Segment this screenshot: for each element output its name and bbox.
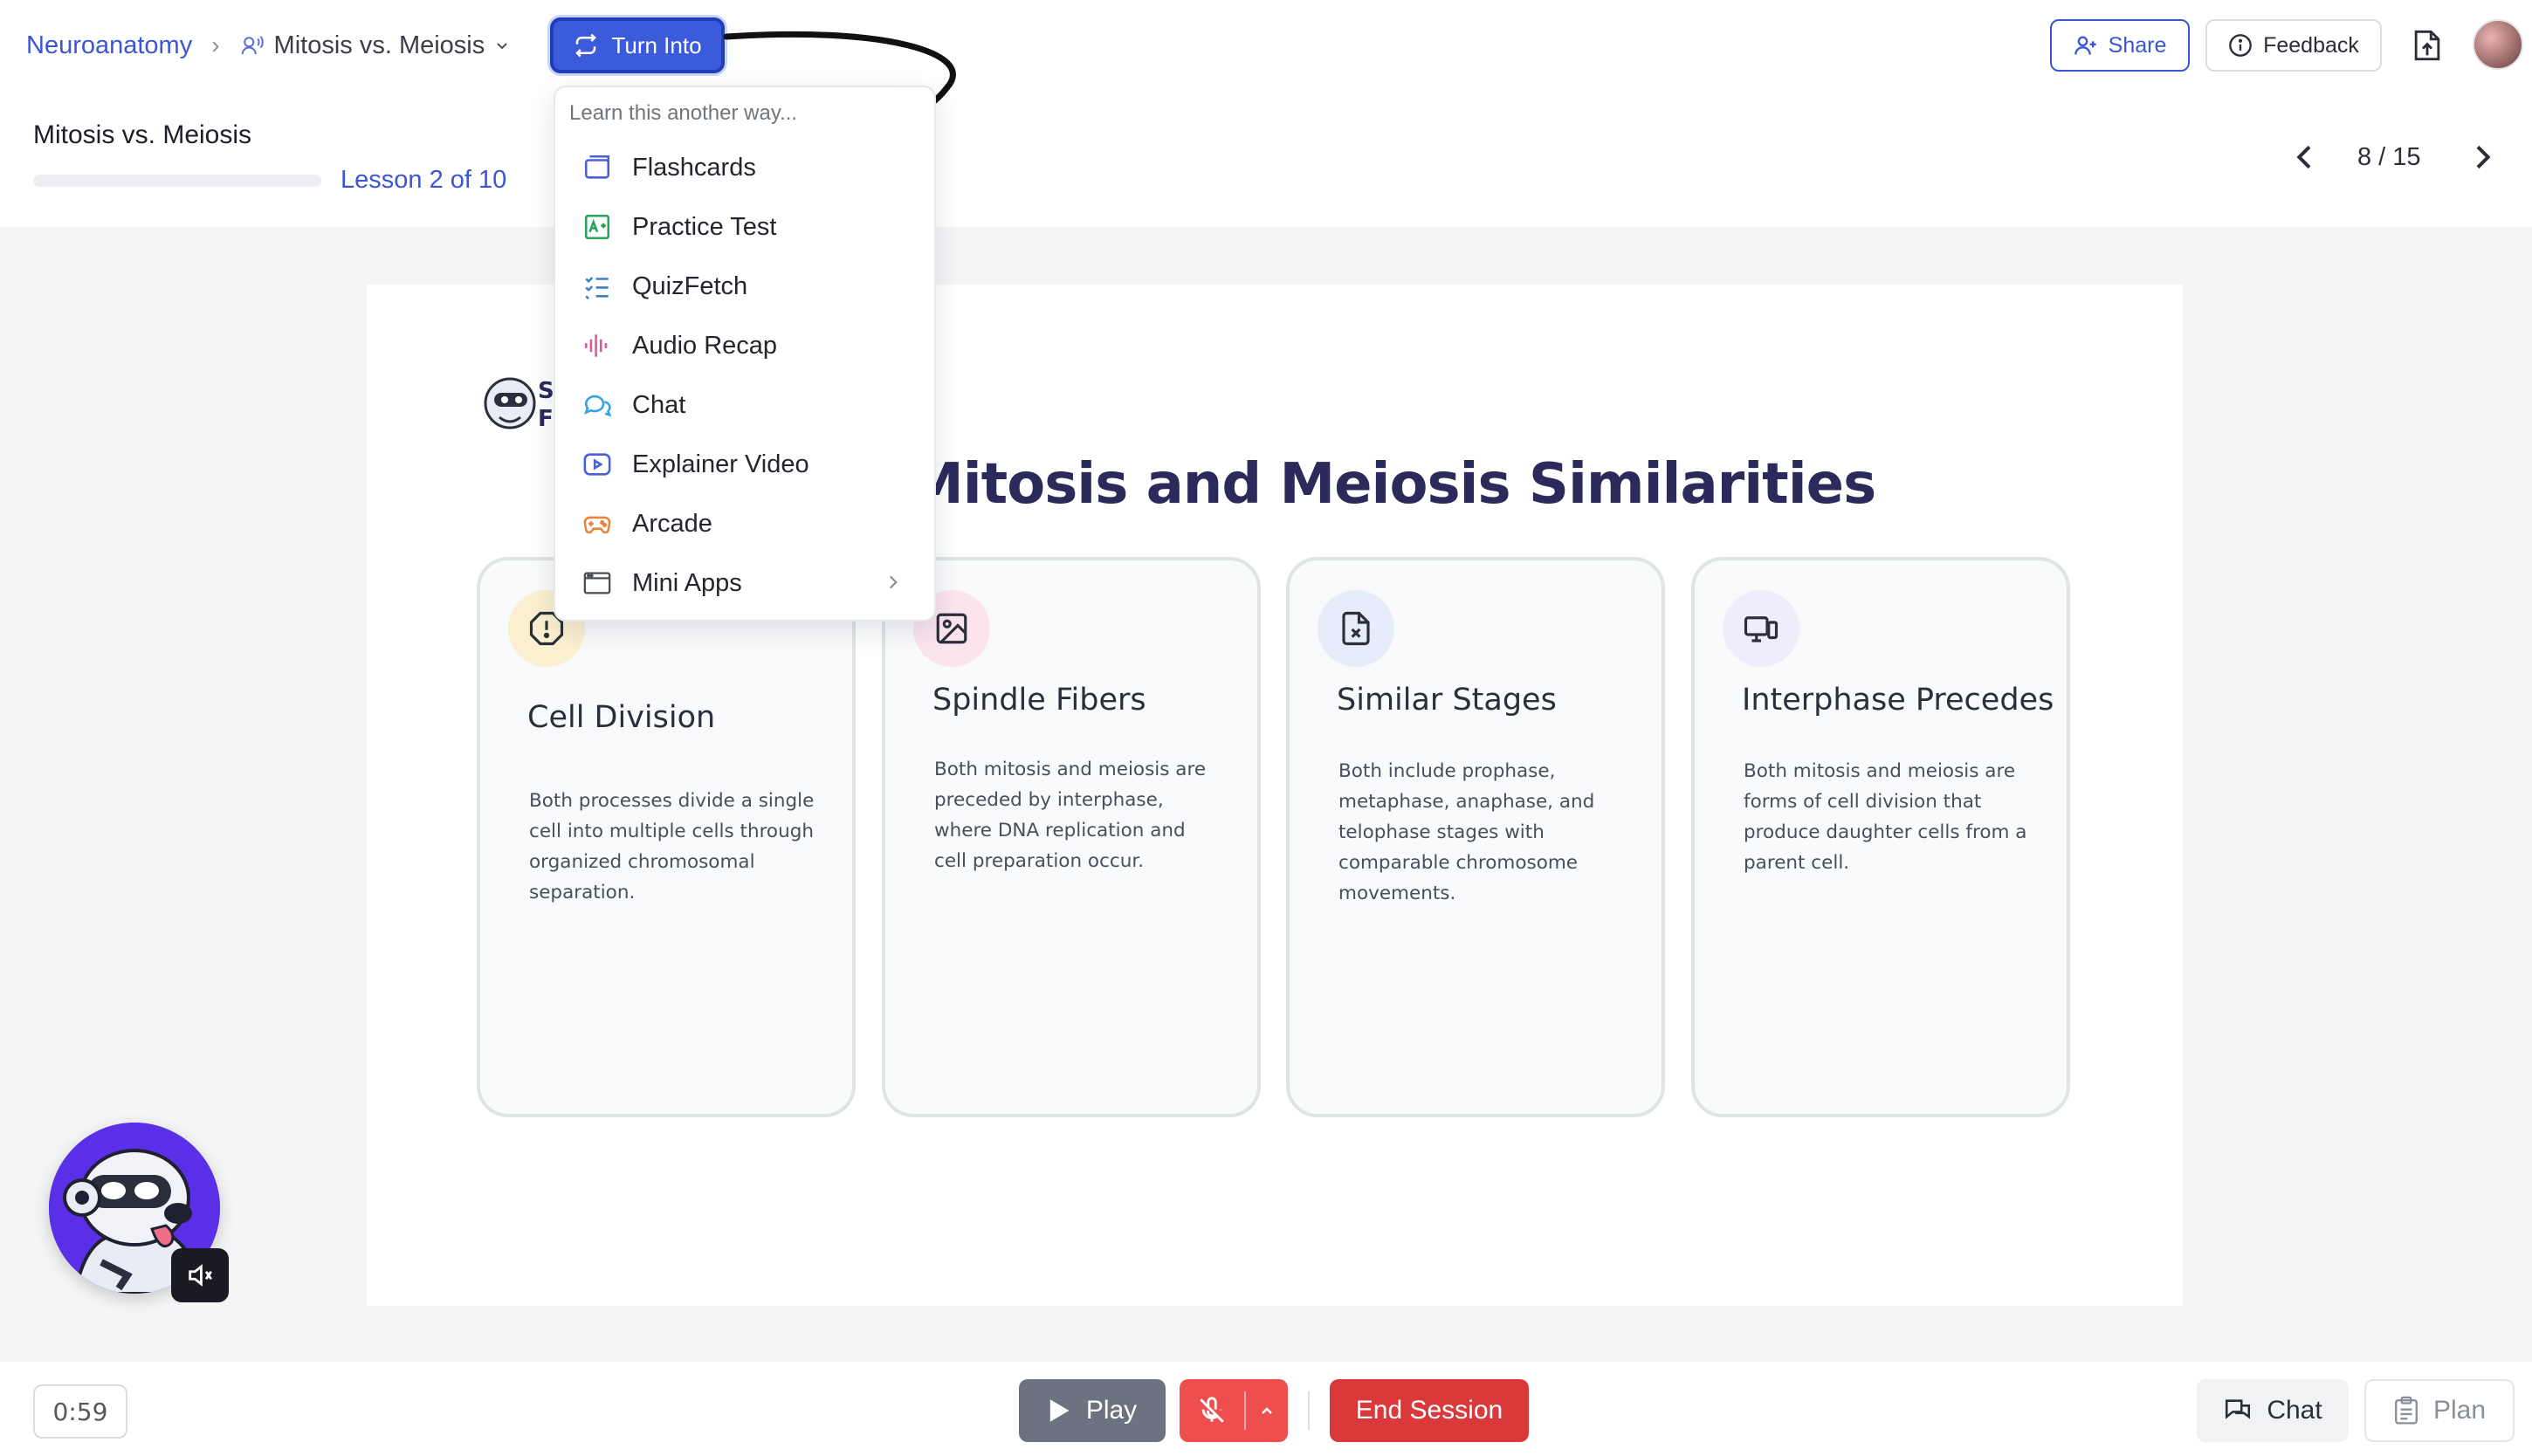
- flashcards-icon: [584, 155, 610, 179]
- menu-item-label: Flashcards: [632, 153, 756, 182]
- menu-item-label: Mini Apps: [632, 568, 742, 597]
- breadcrumb-current-lesson[interactable]: Mitosis vs. Meiosis: [274, 31, 485, 60]
- audio-wave-icon: [584, 334, 608, 357]
- card-similar-stages: Similar Stages Both include prophase, me…: [1286, 557, 1665, 1117]
- card-text: Both include prophase, metaphase, anapha…: [1338, 760, 1595, 904]
- card-spindle-fibers: Spindle Fibers Both mitosis and meiosis …: [882, 557, 1261, 1117]
- menu-item-practice-test[interactable]: Practice Test: [555, 197, 934, 257]
- svg-text:S: S: [538, 378, 554, 404]
- play-button[interactable]: Play: [1019, 1379, 1166, 1442]
- chat-bubbles-icon: [584, 395, 612, 417]
- menu-item-label: QuizFetch: [632, 271, 748, 300]
- previous-page-button[interactable]: [2288, 140, 2322, 175]
- breadcrumb-course-link[interactable]: Neuroanatomy: [26, 31, 192, 60]
- image-icon: [936, 613, 967, 644]
- user-avatar[interactable]: [2473, 19, 2523, 70]
- menu-item-arcade[interactable]: Arcade: [555, 494, 934, 553]
- turn-into-dropdown: Learn this another way... Flashcards Pra…: [554, 86, 936, 622]
- card-icon-badge: [1723, 590, 1799, 667]
- menu-item-explainer-video[interactable]: Explainer Video: [555, 435, 934, 494]
- play-label: Play: [1085, 1396, 1138, 1425]
- practice-test-icon: [584, 214, 610, 240]
- chat-button[interactable]: Chat: [2197, 1379, 2349, 1442]
- gamepad-icon: [583, 516, 611, 534]
- menu-item-label: Audio Recap: [632, 331, 778, 360]
- session-control-bar: 0:59 Play End Session Chat Plan: [0, 1362, 2532, 1456]
- chat-label: Chat: [2267, 1396, 2322, 1425]
- svg-text:F: F: [538, 406, 554, 432]
- feedback-label: Feedback: [2263, 32, 2359, 58]
- divider: [1308, 1391, 1310, 1430]
- next-page-button[interactable]: [2465, 140, 2500, 175]
- card-icon-badge: [1318, 590, 1394, 667]
- robot-dog-logo-icon: S F: [484, 377, 554, 432]
- devices-icon: [1744, 616, 1779, 642]
- card-text: Both mitosis and meiosis are forms of ce…: [1744, 760, 2027, 874]
- chevron-right-icon: [889, 575, 898, 589]
- slide-title: Mitosis and Meiosis Similarities: [908, 452, 1876, 517]
- card-title: Cell Division: [527, 700, 716, 735]
- repeat-icon: [575, 33, 597, 58]
- card-text: Both processes divide a single cell into…: [529, 790, 815, 903]
- chevron-down-icon[interactable]: [493, 37, 511, 54]
- microphone-off-icon: [1200, 1397, 1224, 1423]
- card-title: Interphase Precedes: [1742, 683, 2054, 718]
- menu-item-flashcards[interactable]: Flashcards: [555, 138, 934, 197]
- lesson-progress-label: Lesson 2 of 10: [341, 166, 507, 194]
- lesson-progress-bar: [33, 175, 321, 187]
- add-user-icon: [2074, 36, 2096, 55]
- speaker-muted-icon: [189, 1264, 212, 1287]
- menu-item-mini-apps[interactable]: Mini Apps: [555, 553, 934, 613]
- card-title: Spindle Fibers: [932, 683, 1146, 718]
- mic-options-button[interactable]: [1246, 1402, 1288, 1419]
- share-label: Share: [2108, 32, 2167, 58]
- turn-into-button[interactable]: Turn Into: [550, 17, 725, 73]
- chat-bubbles-icon: [2226, 1399, 2251, 1419]
- session-timer: 0:59: [33, 1384, 127, 1439]
- clipboard-icon: [2395, 1396, 2418, 1425]
- video-play-icon: [583, 453, 611, 476]
- turn-into-label: Turn Into: [611, 31, 702, 58]
- page-indicator: 8 / 15: [2357, 143, 2421, 171]
- file-x-icon: [1342, 611, 1370, 646]
- share-button[interactable]: Share: [2050, 19, 2190, 72]
- menu-item-quizfetch[interactable]: QuizFetch: [555, 257, 934, 316]
- export-button[interactable]: [2408, 26, 2446, 65]
- menu-hint: Learn this another way...: [569, 101, 798, 125]
- menu-item-audio-recap[interactable]: Audio Recap: [555, 316, 934, 375]
- chevron-right-icon: ›: [211, 31, 220, 58]
- file-upload-icon: [2414, 30, 2440, 61]
- card-cell-division: Cell Division Both processes divide a si…: [477, 557, 856, 1117]
- menu-item-label: Arcade: [632, 509, 712, 538]
- card-interphase-precedes: Interphase Precedes Both mitosis and mei…: [1691, 557, 2070, 1117]
- menu-item-label: Chat: [632, 390, 686, 419]
- breadcrumb: Neuroanatomy › Mitosis vs. Meiosis: [26, 26, 511, 65]
- chevron-up-icon: [1262, 1407, 1272, 1414]
- feedback-button[interactable]: Feedback: [2205, 19, 2382, 72]
- menu-item-label: Practice Test: [632, 212, 777, 241]
- card-title: Similar Stages: [1337, 683, 1557, 718]
- end-session-button[interactable]: End Session: [1330, 1379, 1529, 1442]
- menu-item-label: Explainer Video: [632, 450, 809, 478]
- menu-item-chat[interactable]: Chat: [555, 375, 934, 435]
- app-window-icon: [583, 572, 611, 594]
- mute-toggle-button[interactable]: [171, 1248, 229, 1302]
- plan-label: Plan: [2432, 1396, 2487, 1425]
- podcast-speaker-icon: [241, 36, 264, 55]
- plan-button[interactable]: Plan: [2364, 1379, 2515, 1442]
- microphone-toggle-button[interactable]: [1180, 1379, 1288, 1442]
- play-icon: [1049, 1399, 1070, 1422]
- info-icon: [2229, 34, 2252, 57]
- quiz-list-icon: [585, 277, 609, 300]
- card-text: Both mitosis and meiosis are preceded by…: [934, 759, 1207, 872]
- lesson-title: Mitosis vs. Meiosis: [33, 120, 252, 149]
- top-header: Neuroanatomy › Mitosis vs. Meiosis Turn …: [0, 0, 2532, 227]
